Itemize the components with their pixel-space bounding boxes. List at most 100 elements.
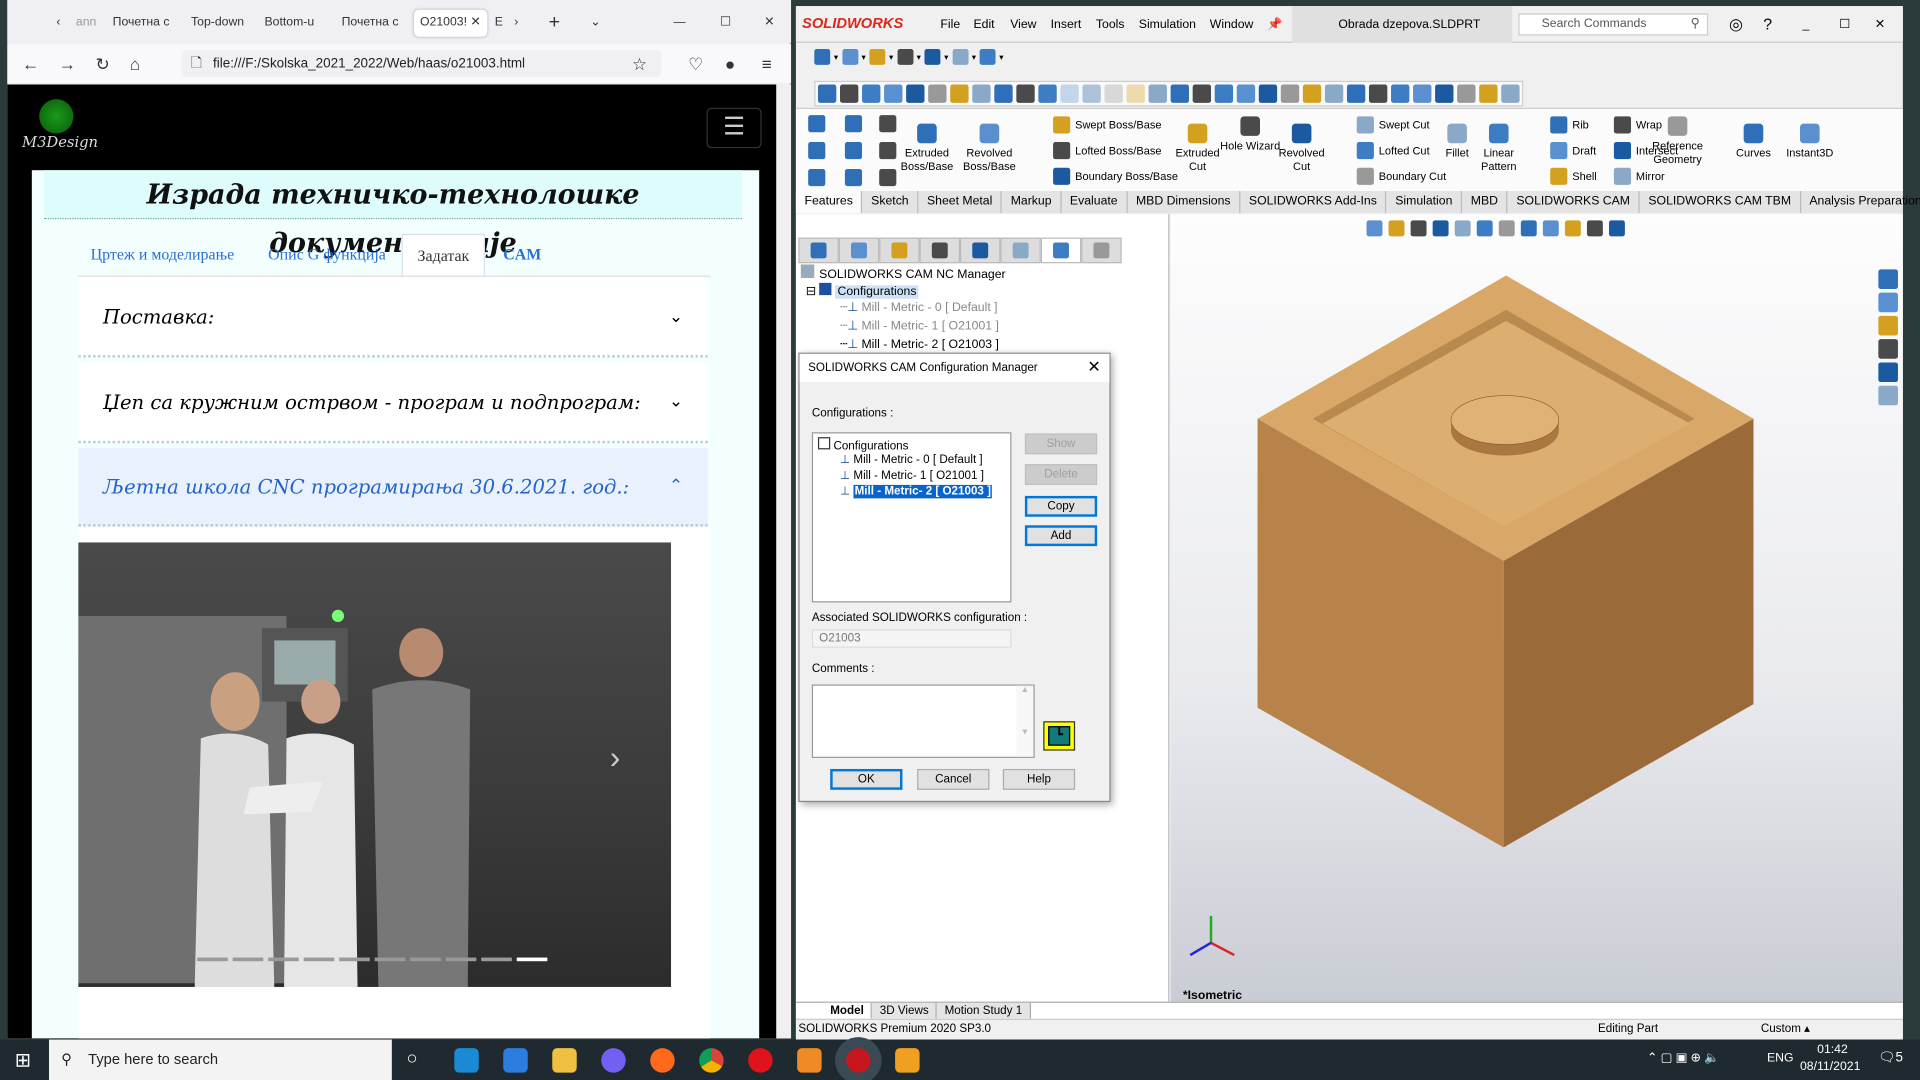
ribbon-button[interactable]: Boundary Boss/Base (1053, 167, 1178, 185)
carousel-indicator[interactable] (268, 957, 299, 962)
tab-task[interactable]: Задатак (401, 233, 486, 276)
tab-solidworks-add-ins[interactable]: SOLIDWORKS Add-Ins (1240, 191, 1387, 214)
menu-insert[interactable]: Insert (1051, 18, 1082, 31)
toolbar-tool-icon[interactable] (1324, 84, 1344, 103)
options-icon[interactable] (844, 168, 863, 187)
file-explorer-icon[interactable] (1878, 315, 1898, 336)
ribbon-button[interactable]: Revolved Boss/Base (959, 123, 1020, 174)
toolbar-tool-icon[interactable] (862, 84, 881, 103)
notifications-icon[interactable]: 🗨5 (1878, 1049, 1903, 1066)
toolbar-tool-icon[interactable] (1413, 84, 1432, 103)
list-icon[interactable] (879, 168, 897, 187)
toolbar-tool-icon[interactable] (950, 84, 969, 103)
tab-mbd[interactable]: MBD (1462, 191, 1508, 214)
search-commands-input[interactable]: Search Commands ⚲ (1518, 13, 1709, 36)
list-root[interactable]: Configurations (817, 437, 908, 453)
ribbon-button[interactable]: Revolved Cut (1271, 123, 1332, 174)
menu-file[interactable]: File (940, 18, 960, 31)
ribbon-button[interactable]: Wrap (1613, 116, 1662, 134)
reload-icon[interactable]: ↻ (96, 54, 110, 75)
cancel-button[interactable]: Cancel (917, 768, 990, 790)
help-icon[interactable]: ? (1763, 15, 1772, 33)
sublime-text-icon[interactable] (895, 1048, 920, 1073)
toolbar-tool-icon[interactable] (928, 84, 947, 103)
new-document-icon[interactable] (808, 142, 826, 160)
view-palette-icon[interactable] (1878, 339, 1898, 359)
chrome-icon[interactable] (699, 1048, 724, 1073)
tab-list-chevron-icon[interactable]: ⌄ (590, 10, 600, 37)
cam-feature-tree-tab-icon[interactable] (1000, 237, 1041, 264)
cam-operation-tree-tab-icon[interactable] (1040, 237, 1082, 264)
media-player-icon[interactable] (797, 1048, 822, 1073)
cam-tool-tree-tab-icon[interactable] (1081, 237, 1122, 264)
ribbon-button[interactable]: Shell (1550, 167, 1597, 185)
properties-icon[interactable] (879, 142, 897, 160)
part-model-box[interactable] (1171, 214, 1903, 1004)
close-icon[interactable]: ✕ (1875, 18, 1885, 31)
home-dropdown-icon[interactable]: ▾ (834, 52, 838, 62)
tray-icons[interactable]: ⌃ ▢ ▣ ⊕ 🔈 (1647, 1052, 1720, 1065)
custom-properties-icon[interactable] (1878, 385, 1898, 406)
carousel-indicator-active[interactable] (516, 957, 548, 962)
menu-view[interactable]: View (1010, 18, 1036, 31)
forward-icon[interactable]: → (59, 54, 76, 74)
extension-icon[interactable]: ● (725, 54, 735, 74)
ok-button[interactable]: OK (830, 768, 903, 790)
logo-icon[interactable] (39, 99, 74, 134)
browser-tab[interactable]: Е (495, 10, 507, 37)
feature-manager-tab-icon[interactable] (798, 237, 839, 264)
language-indicator[interactable]: ENG (1767, 1052, 1794, 1065)
minimize-icon[interactable]: — (673, 10, 685, 37)
toolbar-tool-icon[interactable] (1214, 84, 1234, 103)
carousel-indicator[interactable] (339, 957, 370, 962)
open-icon[interactable] (808, 168, 826, 187)
maximize-icon[interactable]: ☐ (720, 10, 731, 37)
toolbar-tool-icon[interactable] (1302, 84, 1322, 103)
solidworks-taskbar-icon[interactable] (846, 1048, 871, 1073)
ribbon-button[interactable]: Draft (1550, 142, 1596, 160)
browser-tab[interactable]: ann (76, 10, 98, 37)
configurations-list[interactable]: Configurations ⊥ Mill - Metric - 0 [ Def… (811, 432, 1012, 603)
clock-time[interactable]: 01:42 (1817, 1043, 1848, 1056)
maximize-icon[interactable]: ☐ (1839, 18, 1850, 31)
browser-tab[interactable]: Top-down (191, 10, 247, 37)
browser-tab[interactable]: Почетна с (342, 10, 401, 37)
menu-icon[interactable]: ≡ (762, 54, 772, 74)
open-icon[interactable] (869, 48, 886, 65)
carousel-indicator[interactable] (374, 957, 406, 962)
ribbon-button[interactable]: Lofted Boss/Base (1053, 142, 1161, 160)
associated-config-field[interactable]: O21003 (811, 629, 1012, 648)
comments-scrollbar[interactable]: ▲ ▼ (1016, 685, 1034, 757)
tree-item[interactable]: ┄⊥ Mill - Metric- 2 [ O21003 ] (840, 338, 999, 351)
copy-button[interactable]: Copy (1024, 495, 1098, 517)
close-window-icon[interactable]: ✕ (764, 10, 774, 37)
list-item-selected[interactable]: ⊥ Mill - Metric- 2 [ O21003 ] (840, 484, 993, 499)
property-manager-tab-icon[interactable] (838, 237, 880, 264)
tab-sketch[interactable]: Sketch (863, 191, 919, 214)
ribbon-button[interactable]: Swept Cut (1356, 116, 1430, 134)
carousel-indicator[interactable] (481, 957, 512, 962)
toolbar-tool-icon[interactable] (1038, 84, 1057, 103)
carousel-indicator[interactable] (232, 957, 264, 962)
page-scrollbar[interactable] (776, 84, 792, 1039)
comments-textarea[interactable]: ▲ ▼ (811, 684, 1035, 758)
undo-icon[interactable] (979, 48, 996, 65)
delete-button[interactable]: Delete (1024, 464, 1098, 485)
list-item[interactable]: ⊥ Mill - Metric - 0 [ Default ] (840, 453, 983, 466)
back-icon[interactable]: ← (22, 54, 39, 74)
tab-motion-study-1[interactable]: Motion Study 1 (937, 1002, 1031, 1019)
toolbar-tool-icon[interactable] (817, 84, 837, 103)
configuration-manager-tab-icon[interactable] (879, 237, 920, 264)
new-tab-icon[interactable]: + (549, 10, 560, 37)
toolbar-tool-icon[interactable] (1479, 84, 1498, 103)
tab-evaluate[interactable]: Evaluate (1061, 191, 1128, 214)
ribbon-button[interactable]: Mirror (1613, 167, 1665, 185)
toolbar-tool-icon[interactable] (1280, 84, 1300, 103)
toolbar-tool-icon[interactable] (1192, 84, 1212, 103)
carousel-indicator[interactable] (445, 957, 477, 962)
save-dropdown-icon[interactable]: ▾ (917, 52, 921, 62)
toolbar-tool-icon[interactable] (1435, 84, 1454, 103)
timestamp-button[interactable]: ┗ (1043, 721, 1076, 751)
ribbon-button[interactable]: Linear Pattern (1468, 123, 1529, 174)
toolbar-tool-icon[interactable] (1148, 84, 1167, 103)
